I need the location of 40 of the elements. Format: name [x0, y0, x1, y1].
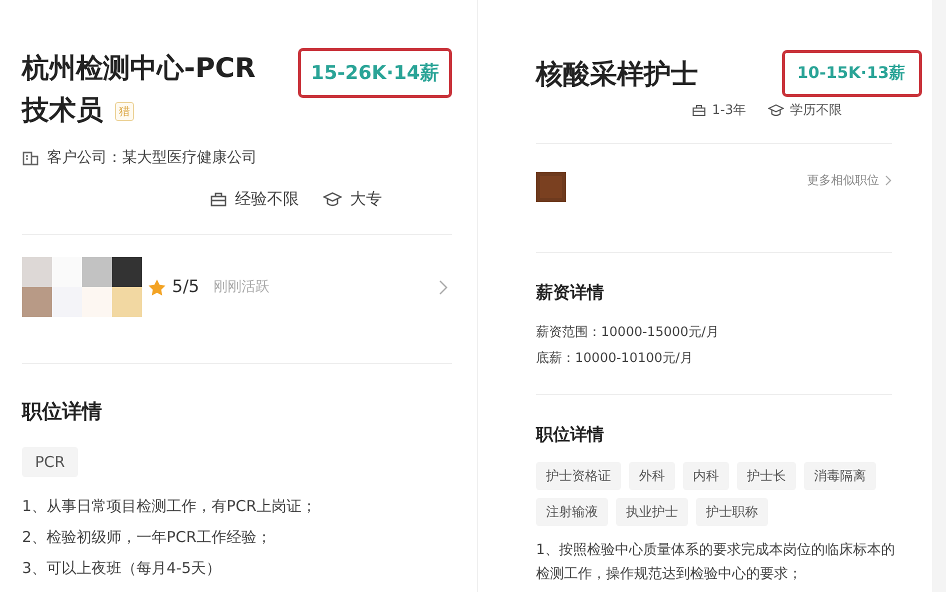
duty-text: 2、检验初级师，一年PCR工作经验； [22, 527, 272, 548]
briefcase-icon [210, 192, 227, 207]
job-title: 技术员 [22, 94, 103, 128]
job-title: 杭州检测中心-PCR [22, 52, 256, 86]
skill-tag: 消毒隔离 [804, 462, 876, 490]
skill-tag: 执业护士 [616, 498, 688, 526]
salary: 15-26K·14薪 [298, 48, 452, 98]
salary: 10-15K·13薪 [782, 50, 922, 97]
requirement: 大专 [350, 189, 382, 210]
section-title: 薪资详情 [536, 282, 605, 304]
skill-tag: 外科 [629, 462, 675, 490]
duty-text: 3、可以上夜班（每月4-5天） [22, 558, 222, 579]
headhunter-badge: 猎 [115, 102, 134, 120]
requirement: 学历不限 [790, 102, 842, 119]
graduation-cap-icon [768, 104, 784, 116]
skill-tag: 护士长 [737, 462, 796, 490]
more-similar-jobs-link[interactable]: 更多相似职位 [807, 172, 892, 189]
skill-tag: 护士职称 [696, 498, 768, 526]
chevron-right-icon [885, 175, 892, 186]
job-title: 核酸采样护士 [536, 58, 698, 92]
description-text: 1、按照检验中心质量体系的要求完成本岗位的临床标本的检测工作，操作规范达到检验中心的要求； [536, 541, 896, 584]
skill-tag: 内科 [683, 462, 729, 490]
star-icon [148, 278, 166, 296]
salary-detail: 底薪：10000-10100元/月 [536, 350, 694, 368]
activity-status: 刚刚活跃 [213, 278, 270, 296]
requirement: 经验不限 [235, 189, 299, 210]
section-title: 职位详情 [536, 424, 605, 446]
salary-detail: 薪资范围：10000-15000元/月 [536, 324, 720, 342]
skill-tag: 注射输液 [536, 498, 608, 526]
skill-tag: PCR [22, 447, 78, 477]
briefcase-icon [692, 104, 706, 116]
building-icon [22, 150, 39, 166]
graduation-cap-icon [323, 192, 342, 207]
rating: 5/5 [172, 277, 200, 297]
client-company: 客户公司：某大型医疗健康公司 [47, 148, 257, 167]
chevron-right-icon[interactable] [439, 280, 448, 294]
duty-text: 1、从事日常项目检测工作，有PCR上岗证； [22, 496, 318, 517]
skill-tag: 护士资格证 [536, 462, 621, 490]
section-title: 职位详情 [22, 398, 103, 425]
requirement: 1-3年 [712, 102, 746, 119]
